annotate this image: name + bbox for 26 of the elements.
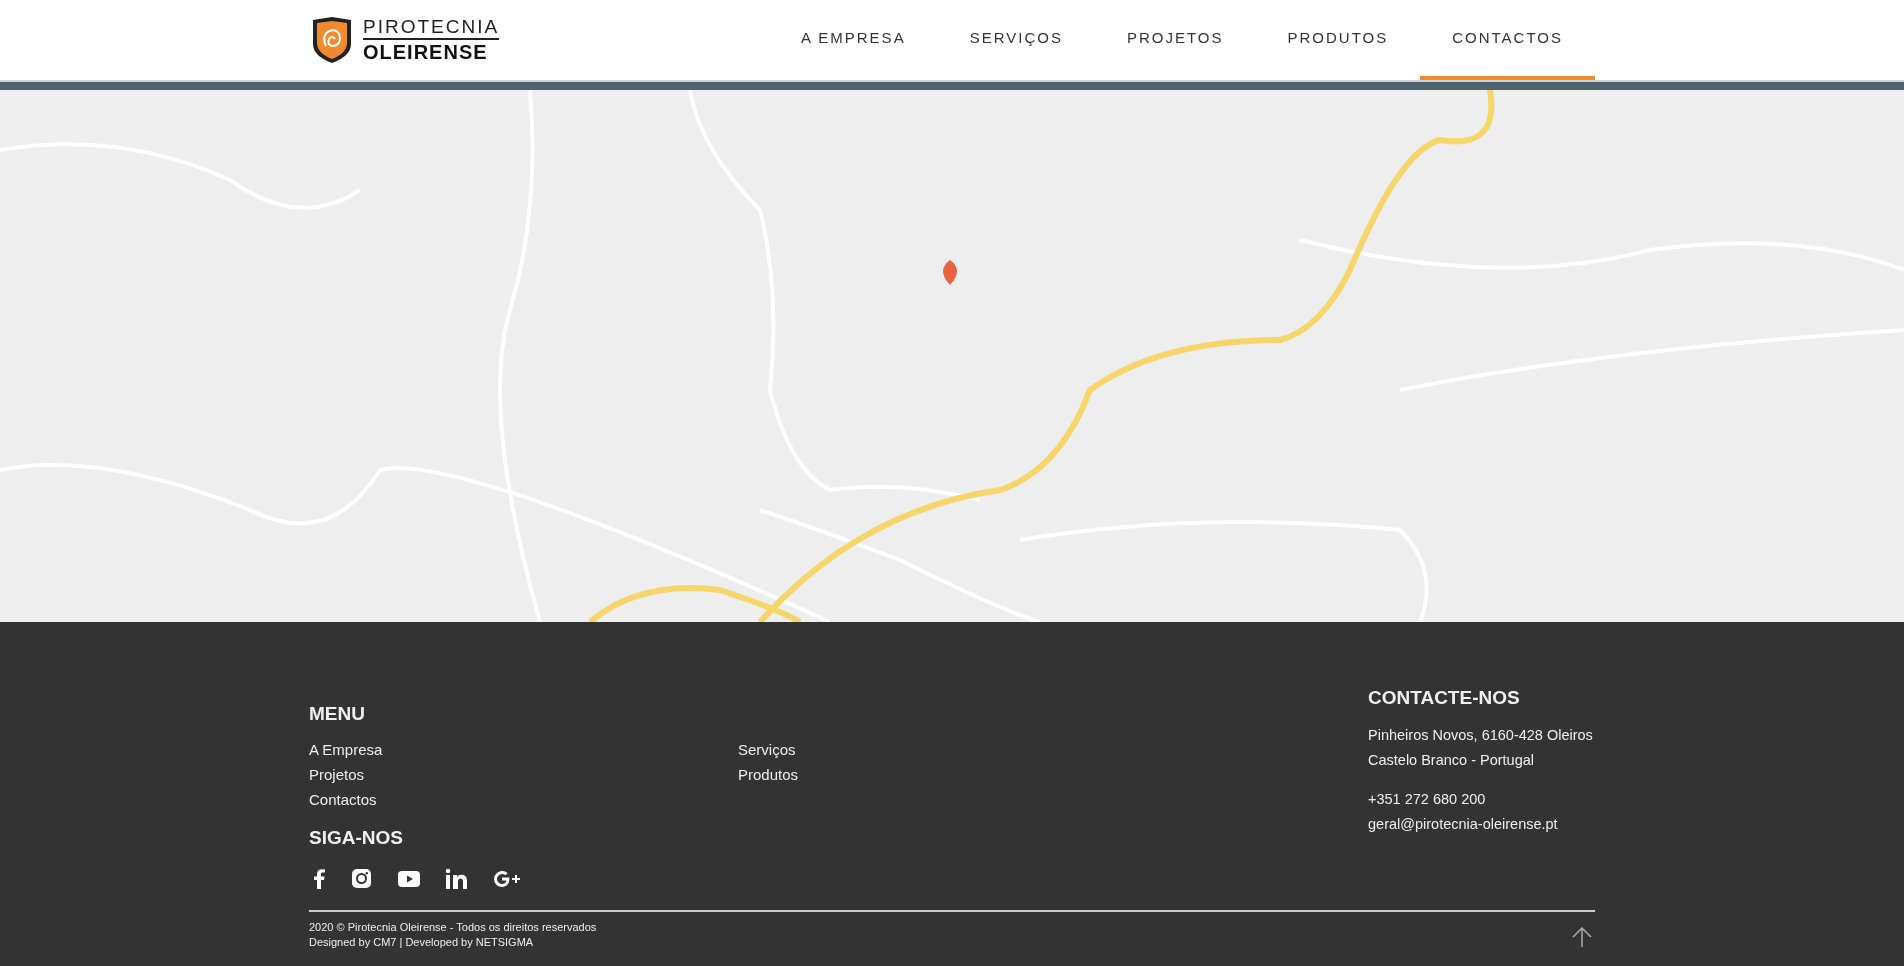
logo-title: PIROTECNIA bbox=[363, 16, 500, 40]
play-icon[interactable] bbox=[398, 870, 420, 887]
instagram-icon[interactable] bbox=[351, 868, 372, 889]
email-link[interactable]: geral@pirotecnia-oleirense.pt bbox=[1368, 811, 1595, 837]
footer-heading: CONTACTE-NOS bbox=[1368, 686, 1521, 710]
footer-link[interactable]: Projetos bbox=[309, 761, 738, 787]
logo-subtitle: OLEIRENSE bbox=[363, 40, 489, 64]
phone-text: +351 272 680 200 bbox=[1368, 789, 1487, 809]
address-text: Pinheiros Novos, 6160-428 Oleiros bbox=[1368, 725, 1594, 745]
footer-heading: MENU bbox=[309, 702, 366, 726]
nav-link[interactable]: A EMPRESA bbox=[768, 0, 938, 80]
footer-link[interactable]: Serviços bbox=[738, 736, 1167, 762]
google-plus-icon[interactable] bbox=[493, 869, 521, 888]
facebook-icon[interactable] bbox=[313, 868, 325, 889]
linkedin-icon[interactable] bbox=[446, 868, 467, 889]
credits-text: Designed by CM7 | Developed by NETSIGMA bbox=[309, 935, 535, 950]
nav-link[interactable]: PROJETOS bbox=[1094, 0, 1256, 80]
copyright-text: 2020 © Pirotecnia Oleirense - Todos os direitos reservados bbox=[309, 920, 597, 935]
footer-link[interactable]: Produtos bbox=[738, 761, 1167, 787]
footer-link[interactable]: Contactos bbox=[309, 786, 738, 812]
nav-link[interactable]: SERVIÇOS bbox=[937, 0, 1095, 80]
footer-link[interactable]: A Empresa bbox=[309, 736, 738, 762]
nav-link[interactable]: PRODUTOS bbox=[1255, 0, 1421, 80]
address-text: Castelo Branco - Portugal bbox=[1368, 750, 1536, 770]
back-to-top-arrow-icon[interactable] bbox=[1571, 926, 1593, 948]
footer-heading: SIGA-NOS bbox=[309, 825, 404, 850]
